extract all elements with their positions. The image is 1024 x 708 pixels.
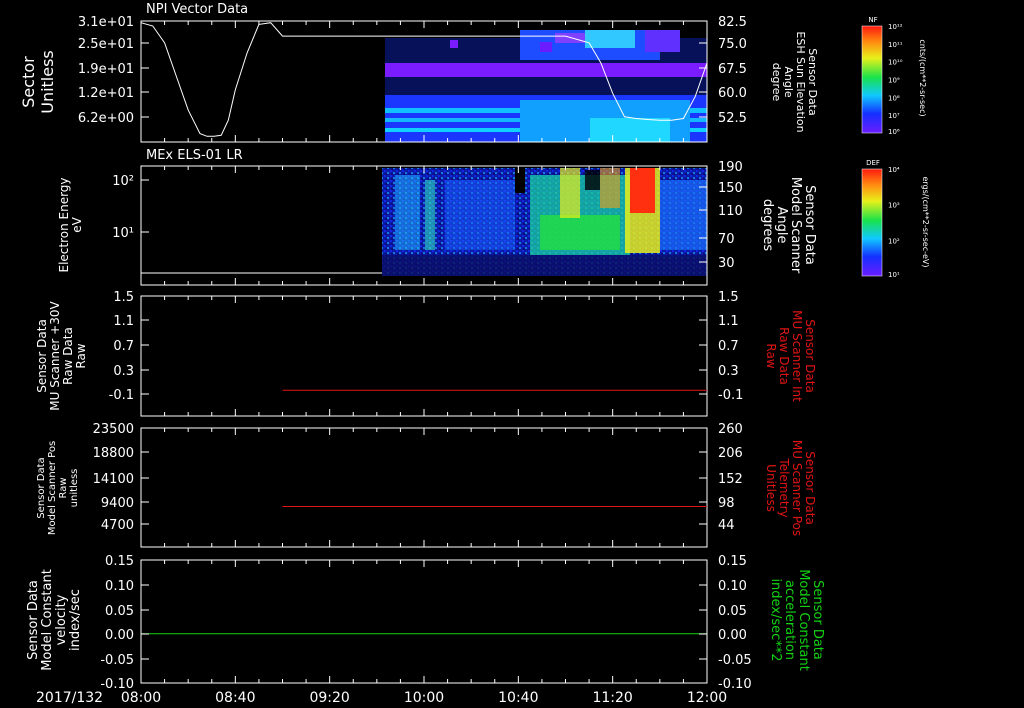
x-tick-label: 11:20 — [592, 690, 632, 706]
y2-tick-label: 0.05 — [718, 604, 747, 619]
y-tick-label: 10² — [112, 174, 134, 189]
heat-block — [585, 170, 600, 190]
y2-tick-label: 0.00 — [718, 628, 747, 643]
y2-tick-label: 152 — [718, 472, 743, 487]
panel-els-heatmap — [382, 168, 707, 276]
y-tick-label: -0.05 — [100, 653, 134, 668]
colorbar-def-unit: ergs/(cm**2-sr-sec-eV) — [921, 176, 930, 267]
heat-block — [445, 180, 515, 250]
y2-tick-label: 150 — [718, 181, 743, 196]
panel-npi-heatmap — [385, 30, 707, 142]
x-tick-label: 12:00 — [687, 690, 727, 706]
colorbar-nf-max: 10¹² — [888, 23, 903, 31]
colorbar-nf-min: 10⁶ — [888, 128, 900, 136]
colorbar-tick-label: 10⁷ — [888, 112, 900, 120]
heat-block — [630, 168, 655, 213]
heat-block — [540, 42, 552, 52]
y2-tick-label: 82.5 — [718, 15, 747, 30]
y2-tick-label: 0.7 — [718, 339, 739, 354]
y-tick-label: 4700 — [101, 518, 134, 533]
heat-block — [382, 255, 707, 276]
heat-block — [450, 40, 458, 48]
heat-block — [645, 30, 680, 52]
y2-tick-label: -0.05 — [718, 653, 752, 668]
x-tick-label: 10:00 — [404, 690, 444, 706]
y-tick-label: 1.2e+01 — [78, 86, 134, 101]
panel-npi-title: NPI Vector Data — [146, 2, 248, 17]
y-tick-label: 10¹ — [112, 226, 134, 241]
colorbar-nf-title: NF — [868, 16, 877, 24]
heat-block — [395, 175, 420, 250]
y-tick-label: 0.05 — [105, 604, 134, 619]
x-tick-label: 10:40 — [498, 690, 538, 706]
heat-block — [600, 168, 620, 208]
heat-block — [555, 33, 585, 43]
y2-tick-label: 52.5 — [718, 111, 747, 126]
y-tick-label: 6.2e+00 — [78, 111, 134, 126]
panel-model-constant-y2label: Sensor DataModel Constantaccelerationind… — [768, 569, 825, 671]
y-tick-label: 2.5e+01 — [78, 37, 134, 52]
y-tick-label: -0.1 — [109, 388, 134, 403]
colorbar-def-title: DEF — [866, 159, 880, 167]
colorbar-nf-unit: cnts/(cm**2-sr-sec) — [918, 39, 927, 116]
y2-tick-label: 30 — [718, 256, 735, 271]
y-tick-label: 3.1e+01 — [78, 15, 134, 30]
y-tick-label: 0.00 — [105, 628, 134, 643]
colorbar-nf-gradient — [861, 25, 883, 134]
y2-tick-label: 1.5 — [718, 290, 739, 305]
y2-tick-label: 190 — [718, 160, 743, 175]
heat-block — [385, 63, 707, 77]
heat-block — [585, 30, 635, 48]
heat-block — [590, 118, 670, 142]
y2-tick-label: 44 — [718, 518, 735, 533]
y2-tick-label: -0.1 — [718, 388, 743, 403]
colorbar-tick-label: 10¹¹ — [888, 41, 903, 49]
y-tick-label: 0.15 — [105, 554, 134, 569]
y-tick-label: 1.5 — [113, 290, 134, 305]
colorbar-tick-label: 10¹⁰ — [888, 59, 903, 67]
x-tick-label: 08:40 — [215, 690, 255, 706]
y-tick-label: 1.9e+01 — [78, 62, 134, 77]
y2-tick-label: 75.0 — [718, 37, 747, 52]
y2-tick-label: 0.3 — [718, 364, 739, 379]
y2-tick-label: 0.15 — [718, 554, 747, 569]
y-tick-label: 9400 — [101, 496, 134, 511]
heat-block — [515, 168, 525, 193]
y2-tick-label: 0.10 — [718, 579, 747, 594]
plot-canvas: NPI Vector Data 3.1e+01 2.5e+01 1.9e+01 1.2… — [0, 0, 1024, 708]
colorbar-def-max: 10⁴ — [888, 166, 900, 174]
y-tick-label: 0.3 — [113, 364, 134, 379]
x-tick-label: 09:20 — [309, 690, 349, 706]
colorbar-tick-label: 10³ — [888, 202, 900, 210]
y-tick-label: 0.10 — [105, 579, 134, 594]
y2-tick-label: 1.1 — [718, 314, 739, 329]
y-tick-label: 0.7 — [113, 339, 134, 354]
colorbar-def-min: 10¹ — [888, 271, 900, 279]
y-tick-label: 23500 — [93, 422, 134, 437]
panel-els-title: MEx ELS-01 LR — [146, 148, 243, 163]
heat-block — [660, 180, 707, 250]
y2-tick-label: 98 — [718, 496, 735, 511]
colorbar-def-gradient — [861, 168, 883, 277]
colorbar-tick-label: 10⁹ — [888, 77, 900, 85]
x-tick-label: 08:00 — [121, 690, 161, 706]
y2-tick-label: 260 — [718, 422, 743, 437]
heat-block — [540, 215, 620, 250]
y-tick-label: 1.1 — [113, 314, 134, 329]
y2-tick-label: 67.5 — [718, 62, 747, 77]
date-label: 2017/132 — [36, 690, 103, 706]
colorbar-tick-label: 10⁸ — [888, 94, 900, 102]
y-tick-label: 18800 — [93, 446, 134, 461]
heat-block — [560, 168, 580, 218]
panel-npi-ylabel: SectorUnitless — [19, 50, 57, 114]
y2-tick-label: 60.0 — [718, 86, 747, 101]
y2-tick-label: 70 — [718, 232, 735, 247]
y2-tick-label: 110 — [718, 204, 743, 219]
y-tick-label: 14100 — [93, 472, 134, 487]
y2-tick-label: 206 — [718, 446, 743, 461]
colorbar-tick-label: 10² — [888, 237, 900, 245]
heat-block — [425, 180, 435, 250]
